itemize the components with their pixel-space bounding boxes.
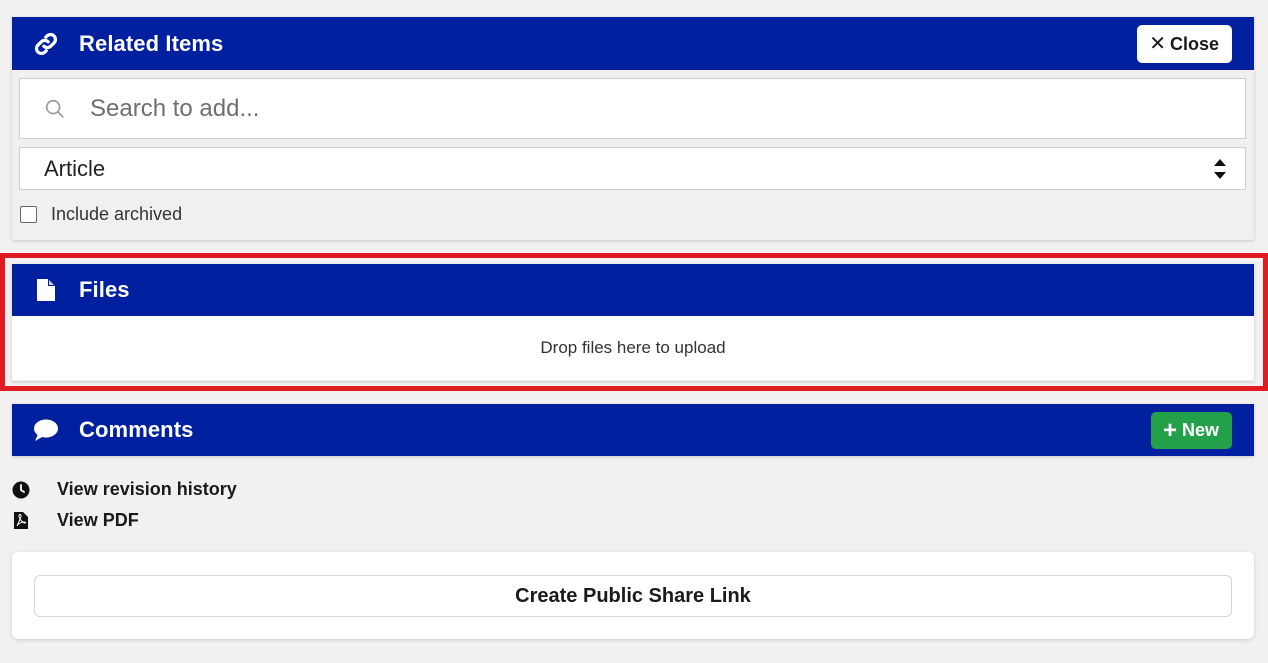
new-comment-button[interactable]: + New bbox=[1150, 412, 1232, 449]
share-card: Create Public Share Link bbox=[12, 552, 1254, 639]
search-input[interactable] bbox=[90, 94, 1190, 123]
select-arrows-icon bbox=[1213, 158, 1227, 180]
view-pdf-label: View PDF bbox=[57, 510, 139, 530]
drop-files-text: Drop files here to upload bbox=[540, 338, 726, 357]
files-title: Files bbox=[79, 277, 130, 302]
link-icon bbox=[32, 30, 60, 58]
comments-panel: Comments + New bbox=[12, 404, 1254, 456]
comments-title: Comments bbox=[79, 417, 194, 442]
related-items-panel: Related Items ✕ Close Article Include ar… bbox=[12, 17, 1254, 240]
close-icon: ✕ bbox=[1149, 33, 1166, 55]
type-select-value: Article bbox=[44, 155, 106, 181]
search-box[interactable] bbox=[19, 78, 1246, 139]
related-items-title: Related Items bbox=[79, 30, 224, 56]
close-label: Close bbox=[1169, 33, 1219, 54]
view-pdf-link[interactable]: View PDF bbox=[12, 510, 139, 531]
search-icon bbox=[20, 98, 90, 120]
close-button[interactable]: ✕ Close bbox=[1137, 25, 1232, 63]
include-archived-row: Include archived bbox=[20, 204, 182, 225]
file-drop-zone[interactable]: Drop files here to upload bbox=[12, 316, 1254, 380]
files-panel: Files Drop files here to upload bbox=[12, 264, 1254, 381]
related-items-header: Related Items ✕ Close bbox=[12, 17, 1254, 70]
create-public-share-link-button[interactable]: Create Public Share Link bbox=[34, 575, 1232, 617]
view-revision-history-label: View revision history bbox=[57, 479, 237, 499]
comment-icon bbox=[32, 416, 60, 444]
pdf-icon bbox=[12, 512, 30, 530]
files-header: Files bbox=[12, 264, 1254, 316]
include-archived-label: Include archived bbox=[51, 204, 183, 224]
clock-icon bbox=[12, 481, 30, 499]
comments-header: Comments + New bbox=[12, 404, 1254, 456]
include-archived-checkbox[interactable] bbox=[20, 206, 37, 223]
view-revision-history-link[interactable]: View revision history bbox=[12, 479, 237, 500]
file-icon bbox=[32, 276, 60, 304]
plus-icon: + bbox=[1162, 416, 1177, 444]
type-select[interactable]: Article bbox=[19, 147, 1246, 190]
new-comment-label: New bbox=[1181, 420, 1219, 440]
